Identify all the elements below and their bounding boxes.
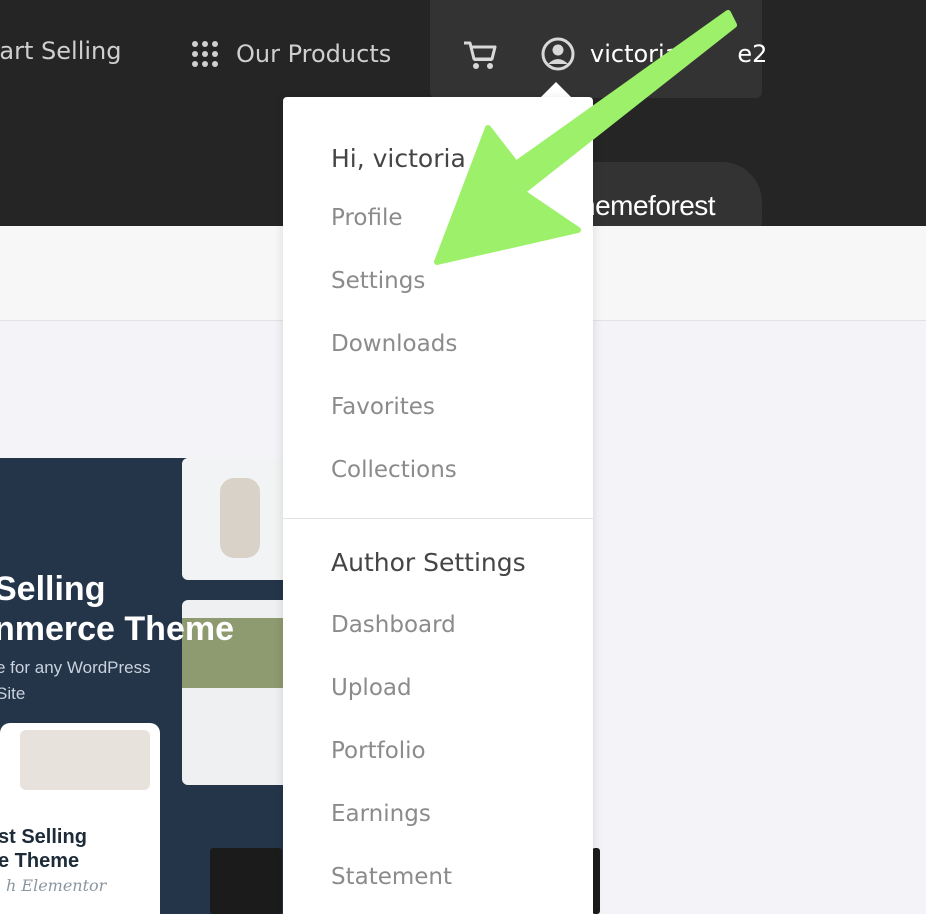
menu-item-dashboard[interactable]: Dashboard <box>331 612 456 638</box>
menu-divider <box>283 518 593 519</box>
our-products-link[interactable]: Our Products <box>192 40 391 68</box>
banner-card-line2: e Theme <box>0 850 80 872</box>
hero-banner[interactable]: Selling nmerce Theme e for any WordPress… <box>0 458 300 914</box>
banner-mini-photo <box>20 730 150 790</box>
cart-icon[interactable] <box>462 39 498 71</box>
banner-subtitle-line1: e for any WordPress <box>0 658 151 677</box>
banner-card-line1: st Selling <box>0 826 87 848</box>
banner-subtitle-line2: Site <box>0 684 26 703</box>
menu-item-portfolio[interactable]: Portfolio <box>331 738 426 764</box>
thumbnail-right-edge[interactable] <box>592 848 600 914</box>
our-products-label: Our Products <box>236 40 392 68</box>
menu-item-downloads[interactable]: Downloads <box>331 331 457 357</box>
menu-item-collections[interactable]: Collections <box>331 457 457 483</box>
dropdown-caret <box>540 82 572 98</box>
banner-card-script: h Elementor <box>6 876 107 895</box>
menu-item-statement[interactable]: Statement <box>331 864 452 890</box>
menu-item-earnings[interactable]: Earnings <box>331 801 431 827</box>
brand-logo-text[interactable]: hemeforest <box>580 190 716 222</box>
menu-item-favorites[interactable]: Favorites <box>331 394 435 420</box>
menu-item-profile[interactable]: Profile <box>331 205 403 231</box>
username-tail-text: e2 <box>737 40 768 68</box>
menu-item-upload[interactable]: Upload <box>331 675 412 701</box>
author-settings-heading: Author Settings <box>331 548 526 577</box>
dropdown-greeting: Hi, victoria <box>331 144 466 173</box>
banner-title-line1: Selling <box>0 570 106 608</box>
menu-item-settings[interactable]: Settings <box>331 268 425 294</box>
account-dropdown-menu: Hi, victoria Profile Settings Downloads … <box>283 97 593 914</box>
banner-model-figure <box>220 478 260 558</box>
thumbnail-left[interactable] <box>210 848 282 914</box>
start-selling-link[interactable]: tart Selling <box>0 37 121 65</box>
user-avatar-icon[interactable] <box>541 37 575 71</box>
username-label[interactable]: victoria e2 <box>590 40 767 68</box>
banner-title-line2: nmerce Theme <box>0 610 234 648</box>
username-visible-text: victoria <box>590 40 680 68</box>
grid-dots-icon <box>192 41 218 67</box>
